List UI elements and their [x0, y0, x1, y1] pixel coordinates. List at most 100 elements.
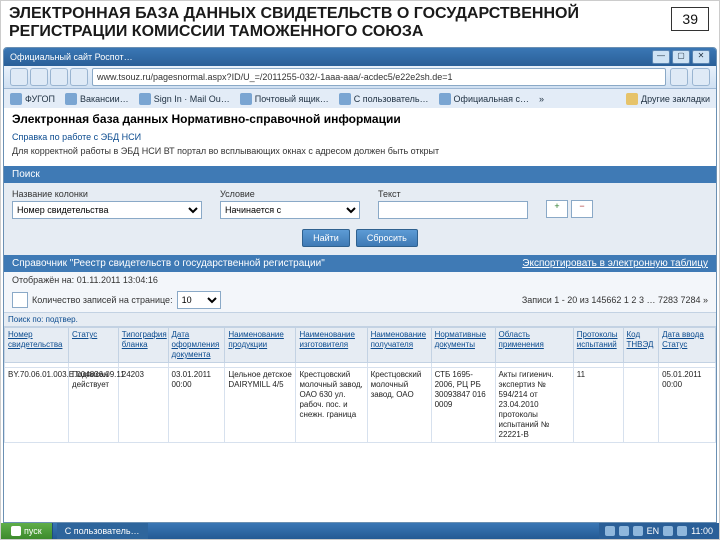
cell-norms: СТБ 1695-2006, РЦ РБ 30093847 016 0009	[431, 368, 495, 443]
cell-product: Цельное детское DAIRYMILL 4/5	[225, 368, 296, 443]
windows-logo-icon	[11, 526, 21, 536]
nav-back-icon[interactable]	[10, 68, 28, 86]
col-header[interactable]: Номер свидетельства	[5, 328, 69, 363]
condition-select[interactable]: Начинается с	[220, 201, 360, 219]
search-panel-header: Поиск	[4, 166, 716, 183]
folder-icon	[626, 93, 638, 105]
favicon-icon	[339, 93, 351, 105]
language-indicator[interactable]: EN	[647, 526, 660, 536]
address-bar: www.tsouz.ru/pagesnormal.aspx?ID/U_=/201…	[4, 66, 716, 89]
col-header[interactable]: Область применения	[495, 328, 573, 363]
nav-forward-icon[interactable]	[30, 68, 48, 86]
bookmark-item[interactable]: С пользователь…	[339, 93, 429, 105]
page-note: Для корректной работы в ЭБД НСИ ВТ порта…	[12, 146, 708, 156]
system-tray: EN 11:00	[599, 523, 719, 539]
cell-manufacturer: Крестцовский молочный завод, ОАО 630 ул.…	[296, 368, 367, 443]
cell-cert-number: BY.70.06.01.003.E.004836.09.11	[5, 368, 69, 443]
window-title: Официальный сайт Роспот…	[10, 52, 133, 62]
window-maximize-button[interactable]: ▢	[672, 50, 690, 64]
tray-icon[interactable]	[677, 526, 687, 536]
search-panel: Поиск Название колонки Номер свидетельст…	[4, 166, 716, 255]
favicon-icon	[240, 93, 252, 105]
favicon-icon	[439, 93, 451, 105]
nav-home-icon[interactable]	[70, 68, 88, 86]
bookmark-item[interactable]: ФУГОП	[10, 93, 55, 105]
menu-wrench-icon[interactable]	[692, 68, 710, 86]
bookmark-star-icon[interactable]	[670, 68, 688, 86]
favicon-icon	[10, 93, 22, 105]
bookmark-label: С пользователь…	[354, 94, 429, 104]
favicon-icon	[65, 93, 77, 105]
col-header[interactable]: Наименование изготовителя	[296, 328, 367, 363]
condition-label: Условие	[220, 189, 360, 199]
bookmark-item[interactable]: Вакансии…	[65, 93, 129, 105]
col-header[interactable]: Дата ввода Статус	[659, 328, 716, 363]
window-close-button[interactable]: ✕	[692, 50, 710, 64]
section-title: Справочник "Реестр свидетельств о госуда…	[12, 258, 325, 269]
start-button[interactable]: пуск	[1, 523, 53, 539]
clock[interactable]: 11:00	[691, 526, 713, 536]
perpage-select[interactable]: 10	[177, 291, 221, 309]
bookmark-overflow[interactable]: »	[539, 94, 544, 104]
cell-tnved	[623, 368, 659, 443]
perpage-label: Количество записей на странице:	[32, 295, 173, 305]
col-header[interactable]: Наименование продукции	[225, 328, 296, 363]
remove-criteria-icon[interactable]: −	[571, 200, 593, 218]
text-label: Текст	[378, 189, 528, 199]
find-button[interactable]: Найти	[302, 229, 350, 247]
other-bookmarks[interactable]: Другие закладки	[626, 93, 710, 105]
cell-protocols: 11	[573, 368, 623, 443]
cell-typography: 24203	[118, 368, 168, 443]
window-minimize-button[interactable]: —	[652, 50, 670, 64]
bookmark-item[interactable]: Sign In · Mail Ou…	[139, 93, 230, 105]
browser-window: Официальный сайт Роспот… — ▢ ✕ www.tsouz…	[3, 47, 717, 523]
search-text-input[interactable]	[378, 201, 528, 219]
col-header[interactable]: Код ТНВЭД	[623, 328, 659, 363]
slide-title: ЭЛЕКТРОННАЯ БАЗА ДАННЫХ СВИДЕТЕЛЬСТВ О Г…	[9, 5, 659, 41]
page-content: Электронная база данных Нормативно-справ…	[4, 108, 716, 522]
cell-date: 03.01.2011 00:00	[168, 368, 225, 443]
window-titlebar: Официальный сайт Роспот… — ▢ ✕	[4, 48, 716, 66]
table-row[interactable]: BY.70.06.01.003.E.004836.09.11 Подписан …	[5, 368, 716, 443]
bookmark-label: Почтовый ящик…	[255, 94, 329, 104]
col-header[interactable]: Нормативные документы	[431, 328, 495, 363]
export-link[interactable]: Экспортировать в электронную таблицу	[522, 258, 708, 269]
cell-scope: Акты гигиенич. экспертиз № 594/214 от 23…	[495, 368, 573, 443]
help-link[interactable]: Справка по работе с ЭБД НСИ	[12, 132, 708, 142]
cell-status-date: 05.01.2011 00:00	[659, 368, 716, 443]
bookmark-label: Другие закладки	[641, 94, 710, 104]
grid-icon[interactable]	[12, 292, 28, 308]
col-header[interactable]: Статус	[68, 328, 118, 363]
results-table: Номер свидетельства Статус Типография бл…	[4, 327, 716, 443]
bookmark-bar: ФУГОП Вакансии… Sign In · Mail Ou… Почто…	[4, 89, 716, 110]
tray-icon[interactable]	[605, 526, 615, 536]
cell-receiver: Крестцовский молочный завод, ОАО	[367, 368, 431, 443]
slide-page-number: 39	[671, 7, 709, 31]
bookmark-label: Вакансии…	[80, 94, 129, 104]
field-name-select[interactable]: Номер свидетельства	[12, 201, 202, 219]
favicon-icon	[139, 93, 151, 105]
start-label: пуск	[24, 526, 42, 536]
tray-icon[interactable]	[663, 526, 673, 536]
bookmark-label: Официальная с…	[454, 94, 529, 104]
section-header: Справочник "Реестр свидетельств о госуда…	[4, 255, 716, 272]
bookmark-label: Sign In · Mail Ou…	[154, 94, 230, 104]
tray-icon[interactable]	[633, 526, 643, 536]
col-header[interactable]: Дата оформления документа	[168, 328, 225, 363]
table-header-row: Номер свидетельства Статус Типография бл…	[5, 328, 716, 363]
taskbar-item[interactable]: С пользователь…	[57, 523, 148, 539]
field-name-label: Название колонки	[12, 189, 202, 199]
page-heading: Электронная база данных Нормативно-справ…	[12, 112, 708, 126]
nav-reload-icon[interactable]	[50, 68, 68, 86]
clear-button[interactable]: Сбросить	[356, 229, 418, 247]
tray-icon[interactable]	[619, 526, 629, 536]
bookmark-item[interactable]: Почтовый ящик…	[240, 93, 329, 105]
col-header[interactable]: Протоколы испытаний	[573, 328, 623, 363]
timestamp-label: Отображён на:	[12, 275, 74, 285]
add-criteria-icon[interactable]: +	[546, 200, 568, 218]
col-header[interactable]: Типография бланка	[118, 328, 168, 363]
results-info: Записи 1 - 20 из 145662 1 2 3 … 7283 728…	[522, 295, 708, 305]
bookmark-item[interactable]: Официальная с…	[439, 93, 529, 105]
url-field[interactable]: www.tsouz.ru/pagesnormal.aspx?ID/U_=/201…	[92, 68, 666, 86]
col-header[interactable]: Наименование получателя	[367, 328, 431, 363]
